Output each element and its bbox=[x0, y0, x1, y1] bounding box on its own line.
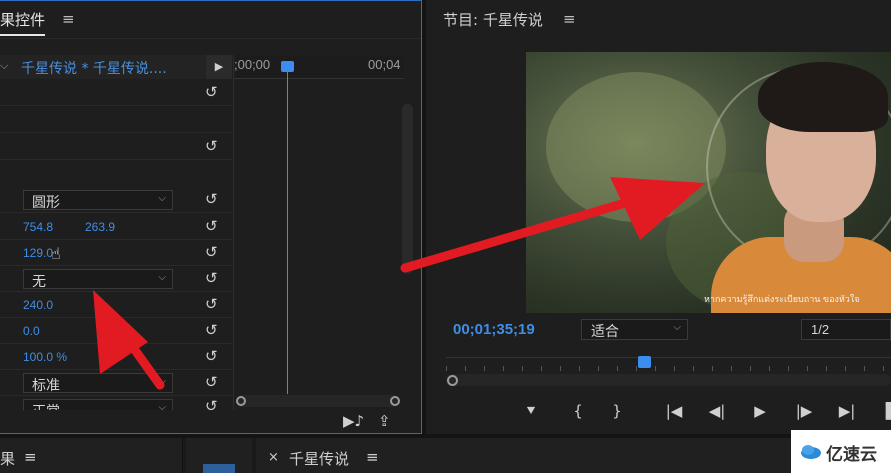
zoom-handle-left[interactable] bbox=[236, 396, 246, 406]
horizontal-scrollbar[interactable] bbox=[236, 395, 400, 407]
chevron-down-icon[interactable]: ⌵ bbox=[0, 59, 8, 73]
property-row bbox=[0, 107, 232, 133]
size-value[interactable]: 129.0 bbox=[23, 246, 53, 260]
reset-icon[interactable]: ↺ bbox=[205, 190, 218, 208]
value-0[interactable]: 0.0 bbox=[23, 324, 40, 338]
property-row bbox=[0, 161, 232, 187]
center-row: 754.8 263.9 ↺ bbox=[0, 214, 232, 240]
program-timecode[interactable]: 00;01;35;19 bbox=[453, 321, 535, 338]
value-row: 100.0 % ↺ bbox=[0, 344, 232, 370]
shape-dropdown[interactable]: 圆形 ⌵ bbox=[23, 190, 173, 211]
value-row: 0.0 ↺ bbox=[0, 318, 232, 344]
reset-icon[interactable]: ↺ bbox=[205, 137, 218, 155]
close-icon[interactable]: × bbox=[268, 450, 279, 465]
watermark-text: 亿速云 bbox=[826, 445, 877, 465]
selection-tool-button[interactable] bbox=[203, 464, 235, 473]
reset-icon[interactable]: ↺ bbox=[205, 217, 218, 235]
feather-dropdown-value: 无 bbox=[32, 274, 46, 290]
value-percent[interactable]: 100.0 % bbox=[23, 350, 67, 364]
premiere-workspace: 果控件 ≡ ⌵ 千星传说 * 千星传说.... ▶ ↺ ↺ 圆形 ⌵ ↺ 754… bbox=[0, 0, 891, 473]
zoom-fit-dropdown[interactable]: 适合 ⌵ bbox=[581, 319, 688, 340]
play-icon[interactable]: ▶ bbox=[750, 400, 770, 422]
resolution-value: 1/2 bbox=[811, 322, 830, 337]
blend-dropdown[interactable]: 标准 ⌵ bbox=[23, 373, 173, 394]
reset-icon[interactable]: ↺ bbox=[205, 373, 218, 391]
reset-icon[interactable]: ↺ bbox=[205, 295, 218, 313]
play-triangle-icon[interactable]: ▶ bbox=[206, 55, 232, 79]
zoom-handle-right[interactable] bbox=[390, 396, 400, 406]
mode-dropdown-value: 正常 bbox=[32, 401, 60, 410]
bottom-panel-left: 果 ≡ bbox=[0, 438, 183, 473]
panel-menu-icon[interactable]: ≡ bbox=[24, 448, 37, 466]
feather-dropdown[interactable]: 无 ⌵ bbox=[23, 269, 173, 290]
step-back-icon[interactable]: ◀| bbox=[706, 400, 728, 422]
shape-dropdown-value: 圆形 bbox=[32, 195, 60, 211]
reset-icon[interactable]: ↺ bbox=[205, 347, 218, 365]
audio-filter-icon[interactable]: ▶♪ bbox=[343, 412, 364, 430]
reset-icon[interactable]: ↺ bbox=[205, 243, 218, 261]
playhead-line bbox=[287, 72, 288, 394]
add-marker-icon[interactable]: ⯆ bbox=[523, 400, 539, 422]
hand-cursor-icon: ☝ bbox=[51, 244, 61, 263]
program-playhead[interactable] bbox=[638, 356, 651, 368]
reset-icon[interactable]: ↺ bbox=[205, 269, 218, 287]
size-row: 129.0 ↺ bbox=[0, 240, 232, 266]
mark-in-icon[interactable]: { bbox=[570, 400, 586, 422]
effect-properties: ↺ ↺ 圆形 ⌵ ↺ 754.8 263.9 ↺ 129.0 ↺ 无 ⌵ ↺ 2… bbox=[0, 80, 232, 410]
program-scrollbar[interactable] bbox=[446, 374, 891, 386]
clip-name[interactable]: 千星传说 * 千星传说.... bbox=[21, 58, 167, 78]
blend-dropdown-value: 标准 bbox=[32, 378, 60, 394]
more-controls-icon[interactable]: ▐ bbox=[880, 400, 891, 422]
timeline-tab[interactable]: 千星传说 bbox=[289, 448, 349, 469]
panel-menu-icon[interactable]: ≡ bbox=[366, 448, 379, 466]
export-icon[interactable]: ⇪ bbox=[378, 412, 391, 430]
value-240[interactable]: 240.0 bbox=[23, 298, 53, 312]
chevron-down-icon: ⌵ bbox=[158, 402, 166, 410]
step-forward-icon[interactable]: |▶ bbox=[793, 400, 815, 422]
bottom-panel-strip: 果 ≡ × 千星传说 ≡ bbox=[0, 438, 891, 473]
chevron-down-icon: ⌵ bbox=[158, 272, 166, 283]
center-x-value[interactable]: 754.8 bbox=[23, 220, 53, 234]
video-preview[interactable]: หากความรู้สึกแต่งระเบียบถาน ของหัวใจ bbox=[526, 52, 891, 313]
effect-timeline-ruler[interactable]: ;00;00 00;04 bbox=[234, 55, 404, 79]
blend-row: 标准 ⌵ ↺ bbox=[0, 370, 232, 396]
chevron-down-icon: ⌵ bbox=[158, 193, 166, 204]
reset-icon[interactable]: ↺ bbox=[205, 321, 218, 339]
reset-icon[interactable]: ↺ bbox=[205, 83, 218, 101]
vertical-scrollbar[interactable] bbox=[402, 104, 413, 274]
value-row: 240.0 ↺ bbox=[0, 292, 232, 318]
property-row: ↺ bbox=[0, 134, 232, 160]
ruler-ticks bbox=[446, 366, 891, 371]
reset-icon[interactable]: ↺ bbox=[205, 397, 218, 410]
panel-menu-icon[interactable]: ≡ bbox=[563, 10, 576, 28]
resolution-dropdown[interactable]: 1/2 bbox=[801, 319, 891, 340]
person-hair bbox=[758, 62, 888, 132]
bottom-tab-effects[interactable]: 果 bbox=[0, 448, 15, 469]
playhead-handle[interactable] bbox=[281, 61, 294, 72]
shape-row: 圆形 ⌵ ↺ bbox=[0, 187, 232, 213]
go-to-in-icon[interactable]: |◀ bbox=[663, 400, 685, 422]
effect-controls-tab[interactable]: 果控件 bbox=[0, 9, 46, 36]
go-to-out-icon[interactable]: ▶| bbox=[835, 400, 859, 422]
mode-dropdown[interactable]: 正常 ⌵ bbox=[23, 399, 173, 410]
program-monitor-title[interactable]: 节目: 千星传说 bbox=[443, 9, 543, 30]
mode-row: 正常 ⌵ ↺ bbox=[0, 396, 232, 410]
timeline-end-time: 00;04 bbox=[368, 57, 401, 72]
effect-controls-header: 果控件 ≡ bbox=[0, 1, 421, 39]
clip-selector[interactable]: ⌵ 千星传说 * 千星传说.... bbox=[0, 55, 232, 79]
timeline-start-time: ;00;00 bbox=[234, 57, 271, 72]
center-y-value[interactable]: 263.9 bbox=[85, 220, 115, 234]
timeline-divider bbox=[233, 55, 234, 410]
chevron-down-icon: ⌵ bbox=[673, 322, 681, 333]
panel-menu-icon[interactable]: ≡ bbox=[62, 10, 75, 28]
property-row: ↺ bbox=[0, 80, 232, 106]
program-zoom-handle[interactable] bbox=[447, 375, 458, 386]
mark-out-icon[interactable]: } bbox=[609, 400, 625, 422]
zoom-fit-value: 适合 bbox=[591, 324, 619, 340]
cloud-logo-icon bbox=[801, 445, 821, 459]
feather-row: 无 ⌵ ↺ bbox=[0, 266, 232, 292]
chevron-down-icon: ⌵ bbox=[158, 376, 166, 387]
video-subtitle: หากความรู้สึกแต่งระเบียบถาน ของหัวใจ bbox=[704, 294, 860, 304]
